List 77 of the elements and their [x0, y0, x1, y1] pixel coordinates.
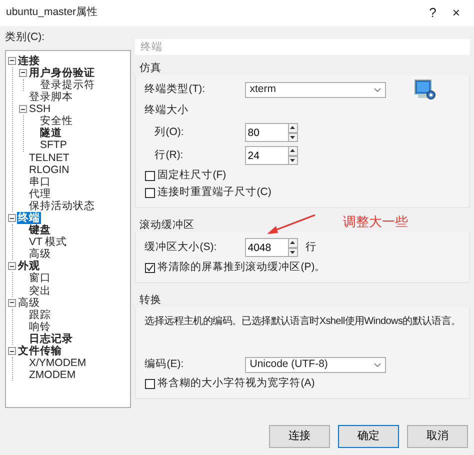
tree-item[interactable]: 登录脚本 — [28, 91, 74, 104]
checkbox-label: 将清除的屏幕推到滚动缓冲区(P)。 — [158, 260, 326, 275]
collapse-icon[interactable] — [8, 56, 16, 65]
number-field[interactable]: 80 — [244, 123, 289, 142]
close-button[interactable]: × — [444, 0, 468, 26]
dialog-button[interactable]: 取消 — [407, 425, 468, 448]
down-arrow-icon — [290, 136, 296, 139]
caret-icon — [374, 363, 381, 367]
tree-item[interactable]: 高级 — [17, 296, 41, 309]
down-arrow-icon — [290, 250, 296, 254]
tree-item[interactable]: 终端 — [17, 212, 41, 224]
checkbox[interactable] — [144, 262, 155, 272]
tree-item[interactable]: 用户身份验证 — [28, 66, 96, 79]
tree-item[interactable]: VT 模式 — [28, 236, 68, 248]
collapse-icon[interactable] — [8, 262, 16, 270]
dropdown[interactable]: xterm — [244, 82, 386, 98]
group-title: 仿真 — [140, 62, 162, 74]
field-label: 缓冲区大小(S): — [144, 240, 218, 255]
tree-item[interactable]: 安全性 — [39, 115, 74, 128]
unit-label: 行 — [306, 240, 317, 255]
tree-item[interactable]: 外观 — [17, 260, 41, 272]
description-text: 选择远程主机的编码。已选择默认语言时Xshell使用Windows的默认语言。 — [144, 314, 461, 329]
category-label: 类别(C): — [5, 30, 46, 45]
panel-title: 终端 — [134, 39, 470, 55]
tree-item[interactable]: 突出 — [28, 284, 52, 297]
collapse-icon[interactable] — [8, 298, 16, 307]
caret-icon — [374, 88, 381, 92]
tree-item[interactable]: 串口 — [28, 176, 52, 188]
tree-item[interactable]: 高级 — [28, 248, 52, 260]
collapse-icon[interactable] — [8, 214, 16, 222]
down-arrow-icon — [290, 158, 296, 162]
annotation-text: 调整大一些 — [343, 213, 408, 231]
tree-item[interactable]: 键盘 — [28, 224, 52, 236]
tree-item[interactable]: SFTP — [39, 139, 68, 152]
tree-item[interactable]: SSH — [28, 103, 52, 116]
tree-item[interactable]: RLOGIN — [28, 164, 70, 176]
checkbox[interactable] — [144, 378, 155, 388]
dropdown[interactable]: Unicode (UTF-8) — [244, 357, 386, 373]
checkbox-label: 固定柱尺寸(F) — [158, 168, 226, 183]
field-label: 编码(E): — [144, 357, 185, 372]
tree-item[interactable]: 隧道 — [39, 127, 63, 140]
tree-item[interactable]: 保持活动状态 — [28, 200, 96, 212]
tree-item[interactable]: ZMODEM — [28, 369, 77, 382]
field-label: 行(R): — [154, 148, 184, 163]
dialog-button[interactable]: 确定 — [338, 425, 399, 448]
checkbox[interactable] — [144, 170, 155, 180]
terminal-settings-icon — [414, 79, 436, 101]
tree-item[interactable]: 文件传输 — [17, 345, 63, 358]
number-field[interactable]: 4048 — [244, 238, 289, 257]
up-arrow-icon — [290, 149, 296, 152]
window-title: ubuntu_master属性 — [6, 5, 98, 20]
up-arrow-icon — [290, 241, 296, 244]
group-label: 终端大小 — [144, 103, 189, 118]
help-button[interactable]: ? — [421, 0, 444, 26]
tree-item[interactable]: 响铃 — [28, 320, 52, 333]
collapse-icon[interactable] — [19, 68, 27, 77]
field-label: 终端类型(T): — [144, 82, 206, 98]
tree-item[interactable]: 代理 — [28, 188, 52, 200]
tree-item[interactable]: 登录提示符 — [39, 78, 96, 92]
collapse-icon[interactable] — [19, 105, 27, 114]
group-title: 滚动缓冲区 — [140, 219, 195, 231]
group-title: 转换 — [140, 294, 162, 306]
tree-item[interactable]: 连接 — [17, 54, 41, 67]
tree-item[interactable]: 窗口 — [28, 272, 52, 285]
tree-item[interactable]: TELNET — [28, 152, 70, 164]
tree-item[interactable]: 跟踪 — [28, 308, 52, 321]
annotation-arrow — [266, 214, 316, 236]
up-arrow-icon — [290, 126, 296, 130]
number-field[interactable]: 24 — [244, 146, 289, 165]
dialog-button[interactable]: 连接 — [269, 425, 330, 448]
checkbox-label: 连接时重置端子尺寸(C) — [158, 184, 272, 200]
tree-item[interactable]: 日志记录 — [28, 332, 74, 345]
collapse-icon[interactable] — [8, 347, 16, 356]
field-label: 列(O): — [154, 124, 185, 140]
checkbox[interactable] — [144, 188, 155, 198]
tree-item[interactable]: X/YMODEM — [28, 357, 88, 370]
checkbox-label: 将含糊的大小字符视为宽字符(A) — [158, 376, 315, 391]
